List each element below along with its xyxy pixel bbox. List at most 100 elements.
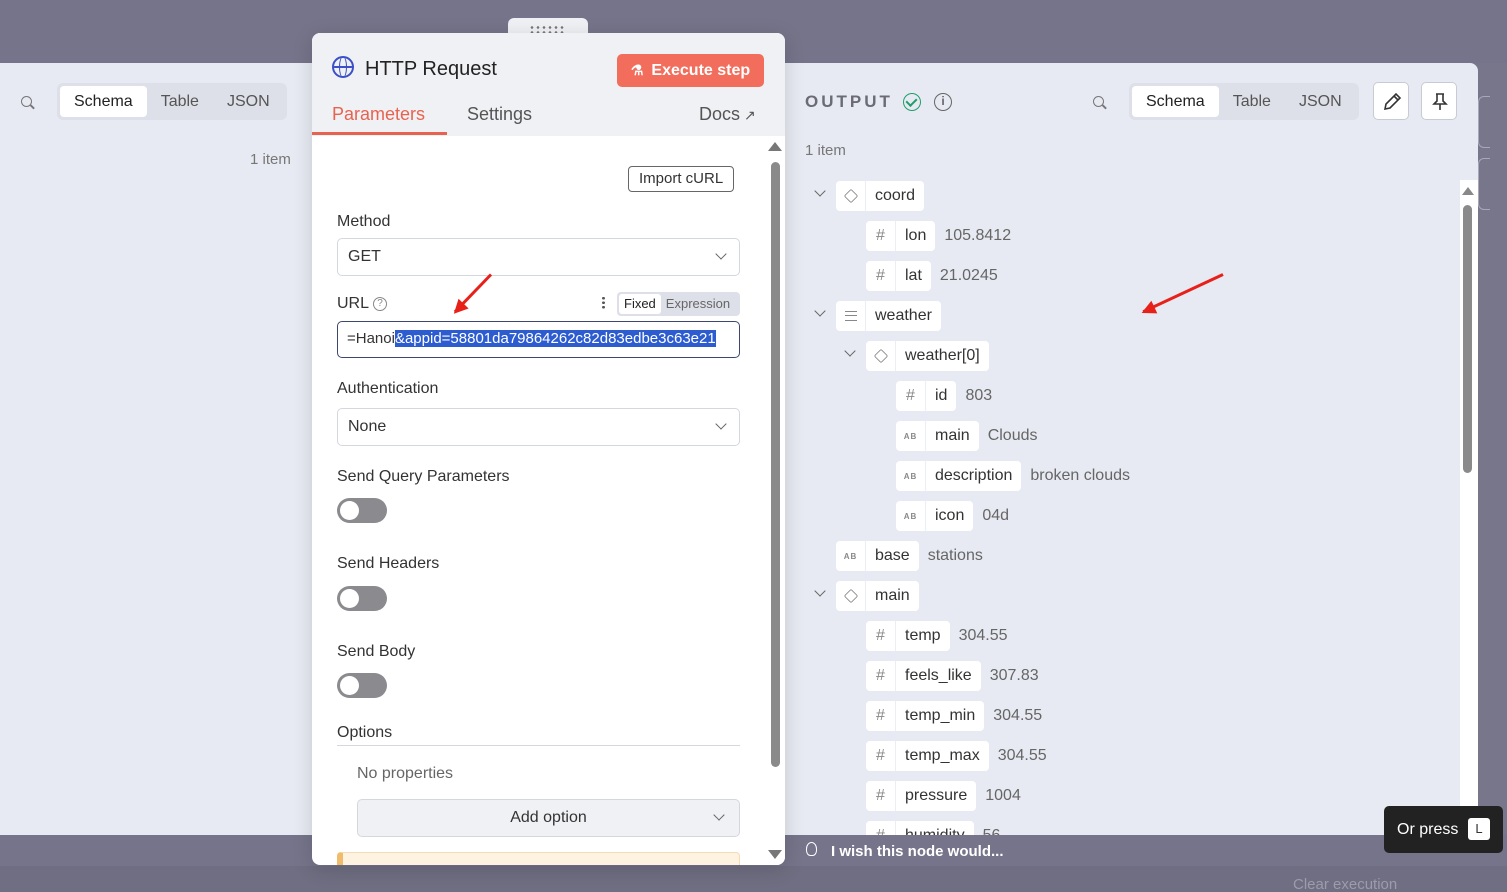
- tree-row-weather-0[interactable]: weather[0]: [866, 341, 989, 371]
- url-mode-toggle: Fixed Expression: [617, 292, 740, 316]
- add-option-button[interactable]: Add option: [357, 799, 740, 837]
- tree-row-icon[interactable]: AB icon 04d: [896, 501, 1009, 531]
- tree-row-main-object[interactable]: main: [836, 581, 919, 611]
- tree-row-temp[interactable]: # temp 304.55: [866, 621, 1008, 651]
- external-link-icon: ↗: [744, 107, 756, 123]
- tree-row-humidity[interactable]: #humidity 56: [866, 821, 1000, 835]
- tree-row-weather[interactable]: weather: [836, 301, 941, 331]
- chevron-down-icon: [715, 248, 727, 260]
- bottom-strip: Clear execution: [0, 866, 1507, 892]
- chevron-down-icon[interactable]: [815, 308, 825, 318]
- side-handle-bottom: [1478, 158, 1490, 210]
- pencil-icon: [1383, 92, 1402, 111]
- chevron-down-icon: [715, 418, 727, 430]
- number-type-icon: #: [866, 261, 896, 291]
- mode-expression[interactable]: Expression: [661, 294, 735, 314]
- tree-row-lat[interactable]: # lat 21.0245: [866, 261, 998, 291]
- output-view-tabs: Schema Table JSON: [1129, 83, 1359, 120]
- number-type-icon: #: [866, 781, 896, 811]
- tree-row-temp-min[interactable]: # temp_min 304.55: [866, 701, 1042, 731]
- tree-row-id[interactable]: # id 803: [896, 381, 992, 411]
- help-icon[interactable]: ?: [373, 296, 388, 311]
- string-type-icon: AB: [896, 421, 926, 451]
- more-options-icon[interactable]: [602, 296, 605, 309]
- tree-row-lon[interactable]: # lon 105.8412: [866, 221, 1011, 251]
- input-tab-schema[interactable]: Schema: [60, 86, 147, 117]
- output-search-icon[interactable]: [1093, 96, 1107, 110]
- active-tab-indicator: [312, 132, 447, 135]
- url-input[interactable]: =Hanoi&appid=58801da79864262c82d83edbe3c…: [337, 321, 740, 358]
- number-type-icon: #: [866, 661, 896, 691]
- output-tab-json[interactable]: JSON: [1285, 86, 1356, 117]
- output-scrollbar[interactable]: [1460, 180, 1478, 835]
- send-headers-toggle[interactable]: [337, 586, 387, 611]
- object-type-icon: [836, 581, 866, 611]
- tree-row-pressure[interactable]: # pressure 1004: [866, 781, 1021, 811]
- options-divider: [337, 745, 740, 746]
- tab-docs[interactable]: Docs ↗: [699, 104, 756, 125]
- number-type-icon: #: [866, 621, 896, 651]
- mode-fixed[interactable]: Fixed: [619, 294, 661, 314]
- tree-row-temp-max[interactable]: # temp_max 304.55: [866, 741, 1047, 771]
- chevron-down-icon[interactable]: [845, 348, 855, 358]
- flask-icon: ⚗: [630, 62, 644, 78]
- send-query-label: Send Query Parameters: [337, 468, 510, 485]
- input-search-icon[interactable]: [21, 96, 35, 110]
- method-label: Method: [337, 213, 391, 230]
- authentication-select[interactable]: None: [337, 408, 740, 446]
- globe-icon: [332, 56, 354, 78]
- clear-execution-button[interactable]: Clear execution: [1293, 876, 1397, 892]
- number-type-icon: #: [866, 701, 896, 731]
- object-type-icon: [866, 341, 896, 371]
- send-body-toggle[interactable]: [337, 673, 387, 698]
- shortcut-tooltip: Or press L: [1384, 806, 1503, 853]
- input-item-count: 1 item: [250, 151, 291, 168]
- string-type-icon: AB: [836, 541, 866, 571]
- output-tab-table[interactable]: Table: [1219, 86, 1285, 117]
- string-type-icon: AB: [896, 461, 926, 491]
- http-request-node-panel: HTTP Request ⚗ Execute step Parameters S…: [312, 33, 785, 865]
- shortcut-key: L: [1468, 818, 1490, 840]
- tab-parameters[interactable]: Parameters: [332, 104, 425, 125]
- panel-scrollbar[interactable]: [767, 136, 785, 865]
- options-label: Options: [337, 724, 393, 741]
- input-tab-json[interactable]: JSON: [213, 86, 284, 117]
- object-type-icon: [836, 181, 866, 211]
- output-title: OUTPUT: [805, 92, 893, 111]
- feedback-link[interactable]: I wish this node would...: [831, 843, 1004, 860]
- array-type-icon: [836, 301, 866, 331]
- number-type-icon: #: [866, 221, 896, 251]
- edit-output-button[interactable]: [1373, 82, 1409, 120]
- string-type-icon: AB: [896, 501, 926, 531]
- output-item-count: 1 item: [805, 142, 846, 159]
- send-query-toggle[interactable]: [337, 498, 387, 523]
- tree-row-coord[interactable]: coord: [836, 181, 925, 211]
- number-type-icon: #: [866, 821, 896, 835]
- tree-row-main-string[interactable]: AB main Clouds: [896, 421, 1038, 451]
- number-type-icon: #: [866, 741, 896, 771]
- chevron-down-icon[interactable]: [815, 188, 825, 198]
- execute-step-button[interactable]: ⚗ Execute step: [617, 54, 764, 87]
- success-check-icon: [903, 93, 921, 111]
- tree-row-humidity-clip: #humidity 56: [866, 821, 1066, 835]
- info-icon[interactable]: i: [934, 93, 952, 111]
- side-handle-top: [1478, 96, 1490, 148]
- number-type-icon: #: [896, 381, 926, 411]
- lightbulb-icon: [806, 842, 817, 856]
- tree-row-description[interactable]: AB description broken clouds: [896, 461, 1130, 491]
- chevron-down-icon[interactable]: [815, 588, 825, 598]
- output-tab-schema[interactable]: Schema: [1132, 86, 1219, 117]
- no-properties-text: No properties: [357, 765, 454, 782]
- import-curl-button[interactable]: Import cURL: [628, 166, 735, 192]
- tab-settings[interactable]: Settings: [467, 104, 532, 125]
- notice-box: [337, 852, 740, 865]
- pin-output-button[interactable]: [1421, 82, 1457, 120]
- tree-row-base[interactable]: AB base stations: [836, 541, 983, 571]
- pin-icon: [1432, 93, 1448, 110]
- send-body-label: Send Body: [337, 643, 416, 660]
- node-title[interactable]: HTTP Request: [365, 58, 497, 81]
- tree-row-feels-like[interactable]: # feels_like 307.83: [866, 661, 1039, 691]
- method-select[interactable]: GET: [337, 238, 740, 276]
- input-tab-table[interactable]: Table: [147, 86, 213, 117]
- chevron-down-icon: [713, 809, 725, 821]
